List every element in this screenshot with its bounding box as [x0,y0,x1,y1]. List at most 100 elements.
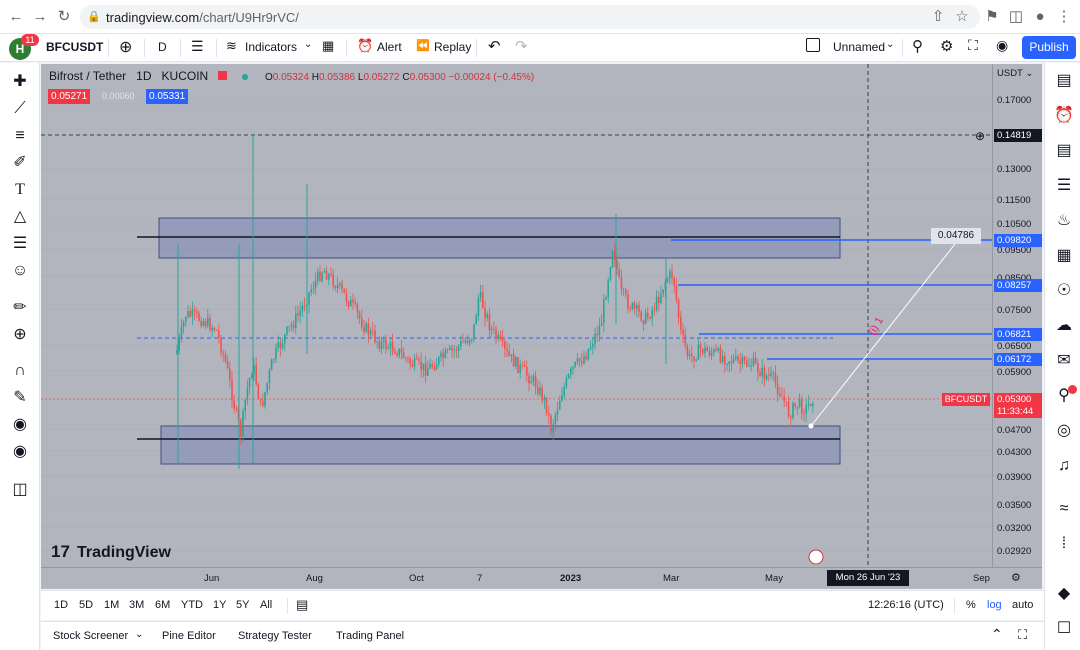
lock-icon[interactable]: ◉ [10,415,30,435]
chat-icon[interactable]: ✉ [1053,350,1075,372]
ideas-bulb-icon[interactable]: ☉ [1053,280,1075,302]
bookmark-star-icon[interactable]: ☆ [954,9,970,25]
projection-start-point[interactable] [808,423,814,429]
eye-icon[interactable]: ◉ [10,442,30,462]
replay-icon[interactable]: ⏪ [416,39,430,52]
indicators-button[interactable]: Indicators [245,40,297,54]
auto-toggle[interactable]: auto [1012,599,1033,611]
redo-icon[interactable]: ↷ [515,37,528,55]
zoom-in-icon[interactable]: ⊕ [10,325,30,345]
lock-drawing-icon[interactable]: ✎ [10,388,30,408]
maximize-icon[interactable]: ⛶ [1018,627,1027,643]
magnet-icon[interactable]: ∩ [10,361,30,381]
utc-clock[interactable]: 12:26:16 (UTC) [868,599,944,611]
snapshot-camera-icon[interactable]: ◉ [996,37,1008,54]
indicators-icon[interactable]: ≋ [226,38,237,54]
range-5y[interactable]: 5Y [236,599,249,611]
bell-icon[interactable]: ♫ [1053,455,1075,477]
alert-button[interactable]: Alert [377,40,402,54]
pulse-icon[interactable]: ≈ [1053,498,1075,520]
emoji-icon[interactable]: ☺ [10,261,30,281]
broadcast-icon[interactable]: ◎ [1053,420,1075,442]
profile-icon[interactable]: ● [1032,9,1048,25]
range-6m[interactable]: 6M [155,599,170,611]
range-all[interactable]: All [260,599,272,611]
horizontal-lines-icon[interactable]: ≡ [10,126,30,146]
tab-pine-editor[interactable]: Pine Editor [162,630,216,642]
chevron-down-icon[interactable]: ⌄ [304,39,312,50]
undo-icon[interactable]: ↶ [488,37,501,55]
forward-icon[interactable]: → [32,9,48,25]
watchlist-icon[interactable]: ▤ [1053,70,1075,92]
price-axis[interactable]: USDT ⌄ 0.17000 0.13000 0.11500 0.10500 0… [992,64,1042,567]
url-text[interactable]: tradingview.com/chart/U9Hr9rVC/ [106,10,299,25]
reload-icon[interactable]: ↻ [56,9,72,25]
range-1m[interactable]: 1M [104,599,119,611]
candle-body [644,312,647,324]
demand-zone-rectangle[interactable] [160,425,841,465]
text-tool-icon[interactable]: T [10,180,30,200]
extensions-icon[interactable]: ⚑ [984,9,1000,25]
publish-button[interactable]: Publish [1022,36,1076,59]
tab-stock-screener[interactable]: Stock Screener [53,630,128,642]
add-plus-circle-icon[interactable]: ⊕ [975,129,985,143]
streams-cloud-icon[interactable]: ☁ [1053,315,1075,337]
dots-grid-icon[interactable]: ⁞ [1053,533,1075,555]
layers-icon[interactable]: ◆ [1053,583,1075,605]
calendar-icon[interactable]: ☰ [1053,175,1075,197]
trash-icon[interactable]: ◫ [10,480,30,500]
range-ytd[interactable]: YTD [181,599,203,611]
bid-price-pill[interactable]: 0.05271 [48,89,91,104]
candlestick-chart[interactable]: (i) 1 17 TradingView [41,64,992,567]
log-toggle[interactable]: log [987,599,1002,611]
symbol-legend[interactable]: Bifrost / Tether 1D KUCOIN [49,69,248,83]
trendline-icon[interactable]: ⟋ [10,99,30,119]
replay-button[interactable]: Replay [434,40,471,54]
alert-clock-icon[interactable]: ⏰ [357,38,373,54]
data-window-icon[interactable]: ▤ [1053,140,1075,162]
candle-body [702,348,704,354]
pattern-icon[interactable]: △ [10,207,30,227]
crosshair-icon[interactable]: ✚ [10,72,30,92]
range-1y[interactable]: 1Y [213,599,226,611]
range-3m[interactable]: 3M [129,599,144,611]
measure-lines-icon[interactable]: ☰ [10,234,30,254]
search-icon[interactable]: ⚲ [912,37,923,55]
fullscreen-icon[interactable]: ⛶ [968,37,978,54]
share-icon[interactable]: ⇧ [930,9,946,25]
symbol-search-button[interactable]: BFCUSDT [46,40,103,54]
layout-icon[interactable] [806,38,820,52]
calendar-grid-icon[interactable]: ▦ [1053,245,1075,267]
date-range-icon[interactable]: ▤ [296,597,308,613]
sidebar-icon[interactable]: ◫ [1008,9,1024,25]
chart-pane[interactable]: (i) 1 17 TradingView 0.04786 [41,64,992,567]
brush-icon[interactable]: ✐ [10,153,30,173]
flag-icon[interactable] [808,549,824,565]
settings-gear-icon[interactable]: ⚙ [940,37,953,55]
back-icon[interactable]: ← [8,9,24,25]
layout-name-button[interactable]: Unnamed [833,40,885,54]
range-5d[interactable]: 5D [79,599,93,611]
chevron-down-icon[interactable]: ⌄ [886,39,894,50]
currency-label[interactable]: USDT ⌄ [997,68,1033,79]
menu-dots-icon[interactable]: ⋮ [1056,9,1072,25]
time-axis[interactable]: Jun Aug Oct 7 2023 Mar May Sep Mon 26 Ju… [41,567,1042,589]
templates-grid-icon[interactable]: ▦ [322,38,334,54]
supply-zone-rectangle[interactable] [158,217,841,259]
interval-button[interactable]: D [158,40,167,54]
alerts-clock-icon[interactable]: ⏰ [1053,105,1075,127]
candles-style-icon[interactable]: ☰ [191,38,204,55]
ask-price-pill[interactable]: 0.05331 [146,89,189,104]
range-1d[interactable]: 1D [54,599,68,611]
percent-toggle[interactable]: % [966,599,976,611]
tab-strategy-tester[interactable]: Strategy Tester [238,630,312,642]
settings-gear-icon[interactable]: ⚙ [1011,571,1021,584]
tab-trading-panel[interactable]: Trading Panel [336,630,404,642]
help-icon[interactable]: ☐ [1053,618,1075,640]
chevron-down-icon[interactable]: ⌄ [135,629,143,640]
compare-add-icon[interactable]: ⊕ [119,37,132,57]
chevron-up-icon[interactable]: ⌃ [991,626,1003,643]
hotlists-fire-icon[interactable]: ♨ [1053,210,1075,232]
target-label[interactable]: 0.04786 [931,228,981,244]
ruler-icon[interactable]: ✏ [10,298,30,318]
